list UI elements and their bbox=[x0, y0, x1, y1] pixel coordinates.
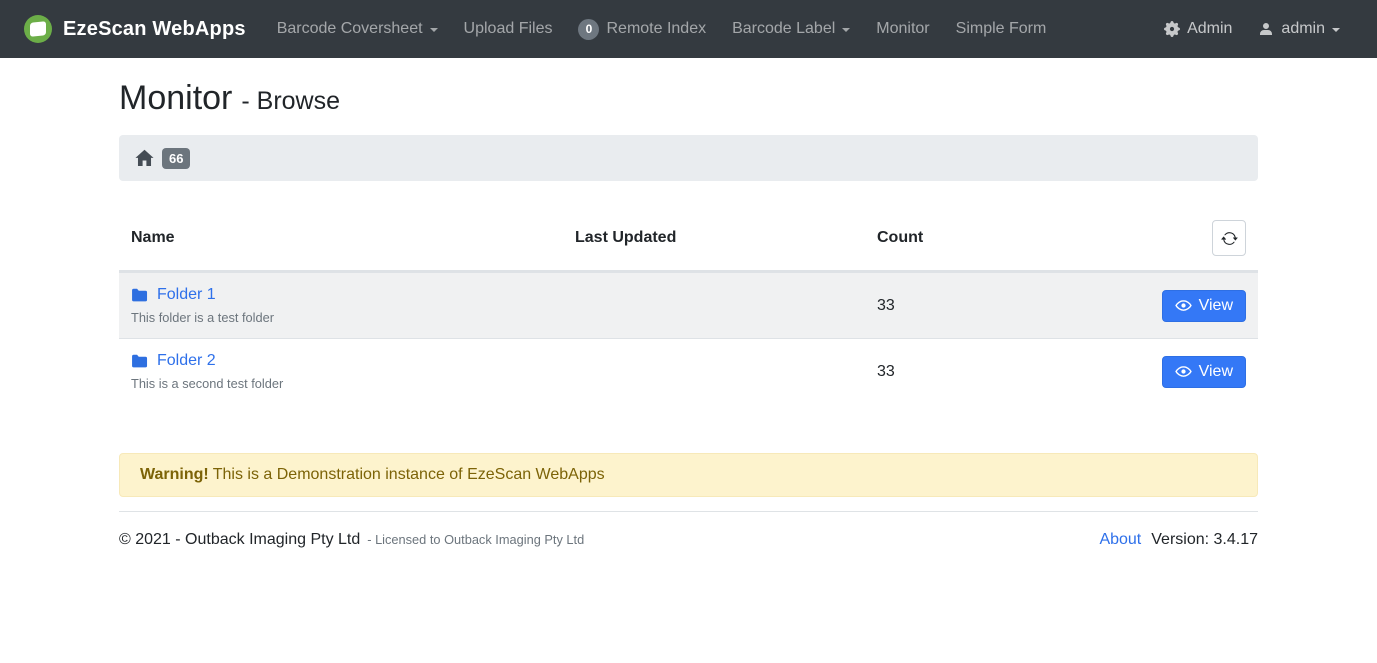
column-header-name: Name bbox=[119, 215, 563, 261]
about-link[interactable]: About bbox=[1099, 531, 1141, 549]
name-cell: Folder 1 This folder is a test folder bbox=[119, 274, 563, 337]
brand-link[interactable]: EzeScan WebApps bbox=[24, 15, 246, 43]
warning-alert-text: This is a Demonstration instance of EzeS… bbox=[213, 466, 605, 483]
actions-cell: View bbox=[1150, 348, 1258, 396]
nav-item-barcode-label[interactable]: Barcode Label bbox=[719, 0, 863, 58]
nav-item-label: Remote Index bbox=[606, 20, 706, 38]
count-cell: 33 bbox=[865, 351, 1095, 393]
folder-description: This folder is a test folder bbox=[131, 310, 551, 325]
nav-item-label: Monitor bbox=[876, 20, 929, 38]
eye-icon bbox=[1175, 363, 1192, 380]
license-text: - Licensed to Outback Imaging Pty Ltd bbox=[367, 532, 584, 547]
home-icon bbox=[135, 149, 154, 167]
navbar-right: Admin admin bbox=[1151, 20, 1353, 38]
warning-alert: Warning!This is a Demonstration instance… bbox=[119, 453, 1258, 497]
breadcrumb-count-badge: 66 bbox=[162, 148, 190, 169]
chevron-down-icon bbox=[430, 28, 438, 32]
breadcrumb-home-link[interactable] bbox=[135, 149, 154, 167]
footer: © 2021 - Outback Imaging Pty Ltd - Licen… bbox=[119, 531, 1258, 549]
last-updated-cell bbox=[563, 360, 865, 384]
nav-item-barcode-coversheet[interactable]: Barcode Coversheet bbox=[264, 0, 451, 58]
table-row: Folder 2 This is a second test folder 33… bbox=[119, 338, 1258, 404]
breadcrumb: 66 bbox=[119, 135, 1258, 181]
view-button[interactable]: View bbox=[1162, 356, 1246, 388]
view-button-label: View bbox=[1199, 363, 1233, 381]
table-row: Folder 1 This folder is a test folder 33… bbox=[119, 272, 1258, 338]
view-button-label: View bbox=[1199, 297, 1233, 315]
version-text: Version: 3.4.17 bbox=[1151, 531, 1258, 549]
nav-item-label: Barcode Label bbox=[732, 20, 835, 38]
folder-icon bbox=[131, 353, 148, 370]
ezescan-logo-icon bbox=[24, 15, 52, 43]
nav-links: Barcode Coversheet Upload Files 0 Remote… bbox=[264, 0, 1060, 58]
folder-link[interactable]: Folder 2 bbox=[157, 352, 216, 370]
nav-item-label: Upload Files bbox=[464, 20, 553, 38]
count-cell: 33 bbox=[865, 285, 1095, 327]
nav-item-simple-form[interactable]: Simple Form bbox=[943, 0, 1060, 58]
user-menu[interactable]: admin bbox=[1245, 20, 1353, 38]
name-cell: Folder 2 This is a second test folder bbox=[119, 340, 563, 403]
folder-icon bbox=[131, 287, 148, 304]
main-container: Monitor - Browse 66 Name Last Updated Co… bbox=[119, 79, 1258, 549]
table-header-row: Name Last Updated Count bbox=[119, 206, 1258, 272]
remote-index-count-badge: 0 bbox=[578, 19, 599, 40]
footer-right: About Version: 3.4.17 bbox=[1099, 531, 1258, 549]
admin-link[interactable]: Admin bbox=[1151, 20, 1245, 38]
nav-item-upload-files[interactable]: Upload Files bbox=[451, 0, 566, 58]
nav-item-label: Barcode Coversheet bbox=[277, 20, 423, 38]
chevron-down-icon bbox=[842, 28, 850, 32]
top-navbar: EzeScan WebApps Barcode Coversheet Uploa… bbox=[0, 0, 1377, 58]
footer-divider bbox=[119, 511, 1258, 512]
chevron-down-icon bbox=[1332, 28, 1340, 32]
admin-label: Admin bbox=[1187, 20, 1232, 38]
warning-alert-strong: Warning! bbox=[140, 466, 209, 483]
person-icon bbox=[1258, 21, 1274, 37]
page-subtitle: - Browse bbox=[241, 87, 340, 116]
brand-title: EzeScan WebApps bbox=[63, 18, 246, 41]
nav-item-monitor[interactable]: Monitor bbox=[863, 0, 942, 58]
column-header-last-updated: Last Updated bbox=[563, 215, 865, 261]
folder-link[interactable]: Folder 1 bbox=[157, 286, 216, 304]
nav-item-remote-index[interactable]: 0 Remote Index bbox=[565, 0, 719, 58]
user-label: admin bbox=[1281, 20, 1325, 38]
nav-item-label: Simple Form bbox=[956, 20, 1047, 38]
copyright-text: © 2021 - Outback Imaging Pty Ltd bbox=[119, 531, 360, 549]
gear-icon bbox=[1164, 21, 1180, 37]
folders-table: Name Last Updated Count Folder 1 bbox=[119, 206, 1258, 404]
refresh-icon bbox=[1221, 230, 1238, 247]
page-head: Monitor - Browse bbox=[119, 79, 1258, 118]
last-updated-cell bbox=[563, 294, 865, 318]
table-header-actions bbox=[1200, 206, 1258, 270]
actions-cell: View bbox=[1150, 282, 1258, 330]
page-title: Monitor bbox=[119, 79, 232, 118]
eye-icon bbox=[1175, 297, 1192, 314]
view-button[interactable]: View bbox=[1162, 290, 1246, 322]
column-header-count: Count bbox=[865, 215, 1095, 261]
folder-description: This is a second test folder bbox=[131, 376, 551, 391]
refresh-button[interactable] bbox=[1212, 220, 1246, 256]
